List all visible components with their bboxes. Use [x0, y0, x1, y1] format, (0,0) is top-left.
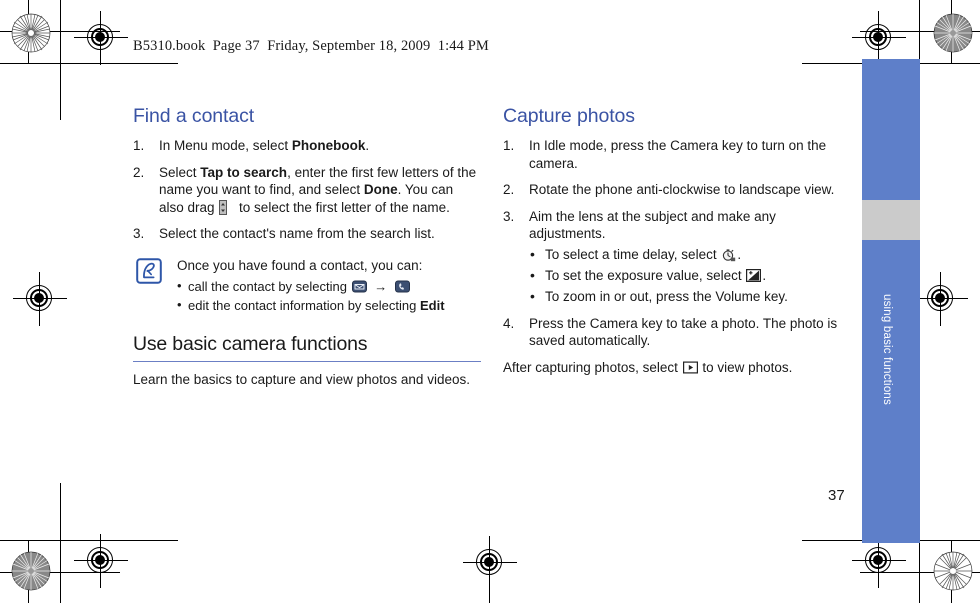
section-rule — [133, 360, 481, 362]
heading-use-basic-camera-functions: Use basic camera functions — [133, 332, 368, 355]
list-item: To set the exposure value, select . — [529, 266, 851, 285]
bullet-text: To set the exposure value, select . — [545, 267, 767, 283]
section2-paragraph: Learn the basics to capture and view pho… — [133, 371, 470, 387]
step-number: 1. — [133, 138, 145, 153]
note-bullet-text: call the contact by selecting → — [188, 279, 411, 294]
arrow-right-icon: → — [374, 278, 388, 294]
step-number: 1. — [503, 138, 515, 153]
emphasis-text: Edit — [419, 297, 445, 313]
list-item: To zoom in or out, press the Volume key. — [529, 287, 851, 306]
scroll-handle-icon — [219, 199, 234, 215]
step-number: 4. — [503, 315, 515, 331]
step-text: Select the contact's name from the searc… — [159, 226, 435, 241]
list-item: 2. Select Tap to search, enter the first… — [133, 164, 481, 217]
capture-photos-steps: 1. In Idle mode, press the Camera key to… — [503, 137, 851, 350]
list-item: 3. Aim the lens at the subject and make … — [503, 208, 851, 306]
phone-handset-icon — [394, 279, 410, 294]
emphasis-text: Tap to search — [200, 164, 288, 180]
heading-capture-photos: Capture photos — [503, 105, 635, 127]
step-number: 3. — [503, 208, 515, 224]
right-column: Capture photos 1. In Idle mode, press th… — [503, 105, 851, 376]
note-pen-icon — [136, 257, 162, 284]
emphasis-text: Phonebook — [291, 138, 366, 153]
list-item: 1. In Idle mode, press the Camera key to… — [503, 137, 851, 172]
list-item: 4. Press the Camera key to take a photo.… — [503, 315, 851, 350]
list-item: 3. Select the contact's name from the se… — [133, 225, 481, 243]
step-text: Aim the lens at the subject and make any… — [529, 208, 776, 242]
heading-find-a-contact: Find a contact — [133, 105, 255, 127]
play-view-icon — [682, 360, 698, 375]
step-text: Press the Camera key to take a photo. Th… — [529, 315, 838, 349]
step-number: 2. — [503, 182, 515, 197]
page-content: Find a contact 1. In Menu mode, select P… — [0, 0, 980, 603]
left-column: Find a contact 1. In Menu mode, select P… — [133, 105, 481, 388]
step-number: 3. — [133, 226, 145, 241]
note-box: Once you have found a contact, you can: … — [133, 257, 481, 315]
note-bullet-list: call the contact by selecting → edit the… — [177, 276, 481, 315]
timer-icon — [721, 247, 736, 262]
emphasis-text: Done — [363, 182, 398, 197]
list-item: edit the contact information by selectin… — [177, 295, 481, 315]
bullet-text: To select a time delay, select . — [545, 246, 742, 262]
note-bullet-text: edit the contact information by selectin… — [188, 297, 445, 313]
note-intro: Once you have found a contact, you can: — [177, 257, 423, 273]
step-number: 2. — [133, 164, 145, 180]
note-body: Once you have found a contact, you can: … — [177, 257, 481, 315]
list-item: To select a time delay, select . — [529, 245, 851, 264]
closing-paragraph: After capturing photos, select to view p… — [503, 359, 793, 375]
step-text: Rotate the phone anti-clockwise to lands… — [529, 182, 835, 197]
contact-card-icon — [351, 279, 367, 294]
exposure-icon — [746, 268, 762, 283]
list-item: 2. Rotate the phone anti-clockwise to la… — [503, 181, 851, 199]
list-item: call the contact by selecting → — [177, 276, 481, 296]
step-text: In Menu mode, select Phonebook. — [159, 138, 370, 153]
step-text: In Idle mode, press the Camera key to tu… — [529, 138, 827, 171]
bullet-text: To zoom in or out, press the Volume key. — [545, 288, 788, 304]
find-contact-steps: 1. In Menu mode, select Phonebook. 2. Se… — [133, 137, 481, 243]
list-item: 1. In Menu mode, select Phonebook. — [133, 137, 481, 155]
step3-bullet-list: To select a time delay, select . To set … — [529, 245, 851, 306]
step-text: Select Tap to search, enter the first fe… — [159, 164, 477, 215]
